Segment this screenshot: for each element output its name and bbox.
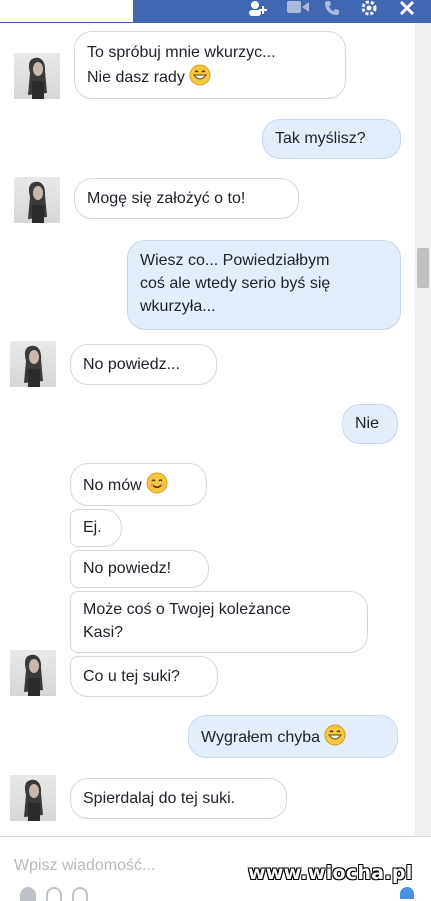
avatar[interactable] xyxy=(14,53,60,99)
message-text: wkurzyła... xyxy=(140,298,216,315)
video-call-icon[interactable] xyxy=(286,0,310,16)
scrollbar-thumb[interactable] xyxy=(417,248,429,288)
camera-icon[interactable] xyxy=(20,887,36,901)
add-person-icon[interactable] xyxy=(246,0,268,16)
phone-icon[interactable] xyxy=(322,0,342,16)
smiley-icon[interactable] xyxy=(46,887,62,901)
message-text: Tak myślisz? xyxy=(275,130,366,147)
message-incoming[interactable]: Co u tej suki? xyxy=(70,656,218,697)
avatar[interactable] xyxy=(10,775,56,821)
grinning-emoji-icon xyxy=(189,64,211,86)
chat-header xyxy=(0,0,431,23)
message-text: Nie xyxy=(355,415,380,432)
sticker-icon[interactable] xyxy=(72,887,88,901)
message-text: Mogę się założyć o to! xyxy=(87,190,246,207)
smiling-emoji-icon xyxy=(146,472,168,494)
gear-icon[interactable] xyxy=(358,0,380,16)
grinning-emoji-icon xyxy=(324,724,346,746)
message-text: No powiedz! xyxy=(83,560,172,577)
message-outgoing[interactable]: Nie xyxy=(342,404,398,444)
message-text: Co u tej suki? xyxy=(83,668,180,685)
message-incoming[interactable]: Ej. xyxy=(70,509,122,547)
message-outgoing[interactable]: Tak myślisz? xyxy=(262,119,401,159)
avatar[interactable] xyxy=(10,341,56,387)
message-list[interactable]: To spróbuj mnie wkurzyc... Nie dasz rady… xyxy=(0,23,431,836)
avatar[interactable] xyxy=(14,177,60,223)
message-input[interactable] xyxy=(12,853,246,879)
message-incoming[interactable]: No powiedz! xyxy=(70,550,209,588)
message-text: Ej. xyxy=(83,519,102,536)
message-text: Wygrałem chyba xyxy=(201,729,321,746)
like-icon[interactable] xyxy=(400,887,414,899)
message-text: No mów xyxy=(83,477,142,494)
scrollbar[interactable] xyxy=(415,23,431,836)
message-text: Wiesz co... Powiedziałbym xyxy=(140,252,330,269)
avatar[interactable] xyxy=(10,650,56,696)
message-text: No powiedz... xyxy=(83,356,180,373)
message-incoming[interactable]: No powiedz... xyxy=(70,344,217,385)
message-outgoing[interactable]: Wygrałem chyba xyxy=(188,715,398,758)
message-incoming[interactable]: Może coś o Twojej koleżance Kasi? xyxy=(70,591,368,653)
message-incoming[interactable]: Spierdalaj do tej suki. xyxy=(70,778,287,819)
message-text: Nie dasz rady xyxy=(87,69,185,86)
message-outgoing[interactable]: Wiesz co... Powiedziałbym coś ale wtedy … xyxy=(127,240,401,330)
message-text: Może coś o Twojej koleżance xyxy=(83,601,291,618)
message-incoming[interactable]: No mów xyxy=(70,463,207,506)
message-text: Spierdalaj do tej suki. xyxy=(83,790,236,807)
message-text: Kasi? xyxy=(83,624,124,641)
close-icon[interactable] xyxy=(396,0,418,16)
message-incoming[interactable]: Mogę się założyć o to! xyxy=(74,178,299,219)
conversation-title-box[interactable] xyxy=(0,0,133,22)
watermark: www.wiocha.pl xyxy=(248,862,413,884)
message-text: coś ale wtedy serio byś się xyxy=(140,275,331,292)
message-text: To spróbuj mnie wkurzyc... xyxy=(87,44,276,61)
message-incoming[interactable]: To spróbuj mnie wkurzyc... Nie dasz rady xyxy=(74,31,346,99)
